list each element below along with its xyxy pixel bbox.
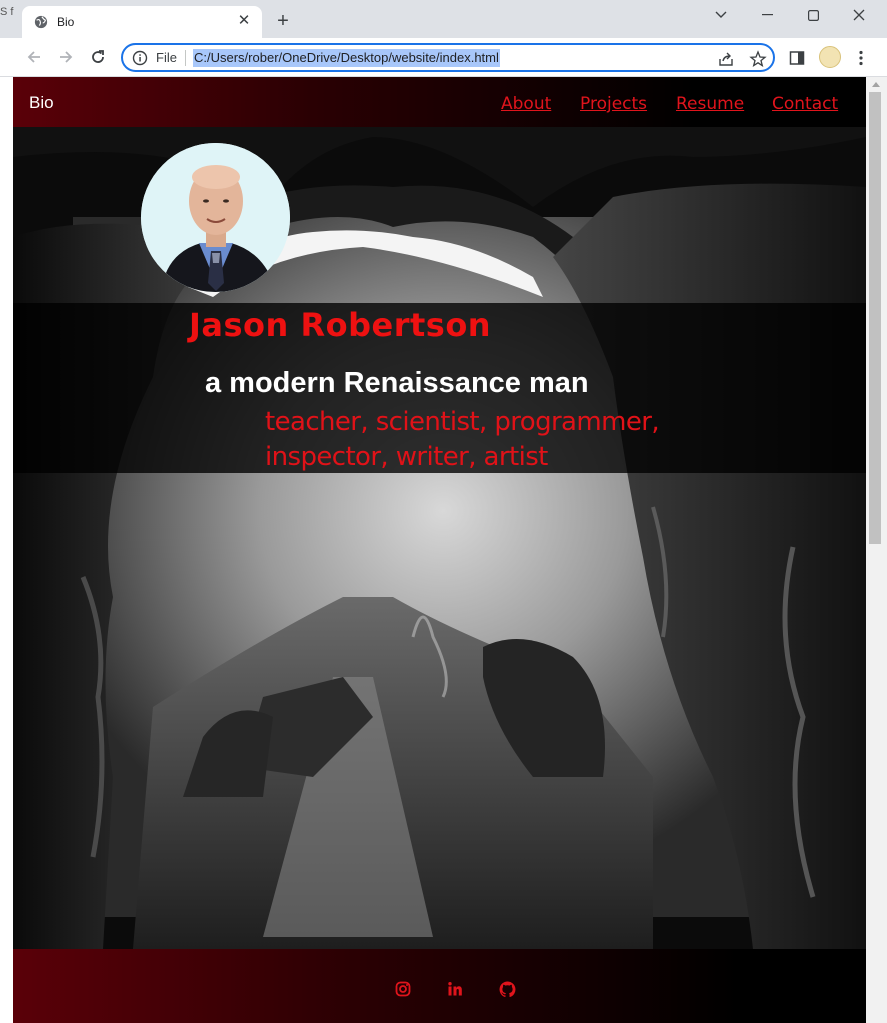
profile-avatar[interactable] — [819, 46, 841, 68]
globe-icon — [34, 15, 48, 29]
browser-tab-strip: S f Bio ✕ + — [0, 0, 887, 38]
page-viewport: Bio About Projects Resume Contact Jason … — [13, 77, 866, 1023]
roles-line-1: teacher, scientist, programmer, — [265, 407, 660, 437]
nav-link-projects[interactable]: Projects — [580, 94, 647, 114]
tab-title: Bio — [57, 15, 75, 29]
scheme-label: File — [156, 50, 177, 65]
menu-kebab-icon[interactable] — [850, 47, 872, 69]
browser-tab[interactable]: Bio ✕ — [22, 6, 262, 38]
profile-photo — [141, 143, 290, 292]
site-brand[interactable]: Bio — [29, 93, 54, 113]
omnibox-divider — [185, 50, 186, 66]
share-icon[interactable] — [717, 50, 735, 68]
url-text[interactable]: C:/Users/rober/OneDrive/Desktop/website/… — [193, 49, 500, 67]
scrollbar-thumb[interactable] — [869, 92, 881, 544]
linkedin-icon[interactable] — [445, 979, 465, 999]
instagram-icon[interactable] — [393, 979, 413, 999]
close-window-icon[interactable] — [836, 2, 882, 28]
info-icon[interactable] — [132, 50, 148, 66]
minimize-icon[interactable] — [744, 2, 790, 28]
reload-icon[interactable] — [87, 46, 109, 68]
tab-close-icon[interactable]: ✕ — [235, 12, 253, 30]
site-navbar: Bio About Projects Resume Contact — [13, 77, 866, 127]
hero-tagline: a modern Renaissance man — [205, 367, 589, 399]
bookmark-star-icon[interactable] — [749, 50, 767, 68]
nav-link-about[interactable]: About — [501, 94, 551, 114]
back-icon[interactable] — [23, 46, 45, 68]
tab-search-icon[interactable] — [698, 2, 744, 28]
page-scrollbar[interactable] — [866, 77, 887, 1023]
hero-name: Jason Robertson — [189, 306, 492, 344]
hero-roles: teacher, scientist, programmer, inspecto… — [265, 405, 660, 475]
left-edge-text: S f — [0, 6, 14, 18]
address-bar[interactable]: File C:/Users/rober/OneDrive/Desktop/web… — [121, 43, 775, 72]
browser-toolbar: File C:/Users/rober/OneDrive/Desktop/web… — [0, 38, 887, 77]
forward-icon[interactable] — [55, 46, 77, 68]
scroll-up-arrow-icon[interactable] — [872, 82, 880, 87]
new-tab-icon[interactable]: + — [272, 10, 294, 32]
site-footer — [13, 949, 866, 1023]
nav-link-resume[interactable]: Resume — [676, 94, 744, 114]
side-panel-icon[interactable] — [786, 47, 808, 69]
github-icon[interactable] — [497, 979, 517, 999]
roles-line-2: inspector, writer, artist — [265, 442, 548, 472]
maximize-icon[interactable] — [790, 2, 836, 28]
nav-link-contact[interactable]: Contact — [772, 94, 838, 114]
